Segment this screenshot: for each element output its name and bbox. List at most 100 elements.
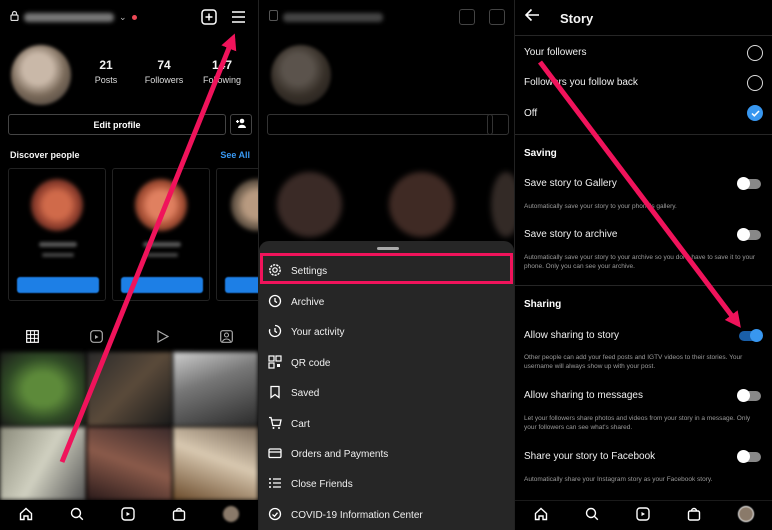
info-shield-icon <box>259 507 291 524</box>
search-nav[interactable] <box>70 507 84 524</box>
bookmark-icon <box>259 385 291 402</box>
menu-button[interactable] <box>231 10 246 29</box>
lock-icon <box>10 10 19 24</box>
menu-item-qr-code[interactable]: QR code <box>259 348 514 378</box>
tagged-tab[interactable] <box>220 330 233 346</box>
see-all-link[interactable]: See All <box>220 150 250 160</box>
home-nav[interactable] <box>534 507 548 524</box>
suggestion-avatar <box>277 172 342 237</box>
reels-icon <box>121 506 135 521</box>
profile-avatar[interactable] <box>11 45 71 105</box>
add-person-button-dimmed <box>487 114 509 135</box>
post-thumbnail[interactable] <box>0 427 86 500</box>
menu-item-archive[interactable]: Archive <box>259 287 514 317</box>
radio-your-followers[interactable] <box>747 45 763 61</box>
save-archive-toggle[interactable] <box>737 228 761 241</box>
suggestion-card[interactable] <box>216 168 258 301</box>
post-thumbnail[interactable] <box>0 352 86 426</box>
following-count: 147 <box>211 58 233 72</box>
search-icon <box>70 507 84 520</box>
card-icon <box>259 446 291 463</box>
post-thumbnail[interactable] <box>173 427 258 500</box>
posts-count: 21 <box>99 58 113 72</box>
suggestion-card[interactable] <box>112 168 210 301</box>
bottom-nav <box>0 500 258 530</box>
menu-item-label: Saved <box>291 387 320 399</box>
post-thumbnail[interactable] <box>87 427 172 500</box>
search-icon <box>585 507 598 521</box>
story-settings-screen: Story Your followers Followers you follo… <box>515 0 772 530</box>
option-your-followers[interactable]: Your followers <box>524 47 586 58</box>
suggestion-avatar <box>389 172 454 237</box>
sheet-drag-handle[interactable] <box>377 247 399 250</box>
profile-nav[interactable] <box>223 505 240 525</box>
discover-people-button[interactable] <box>230 114 252 135</box>
sharing-section-header: Sharing <box>524 299 562 310</box>
shop-nav[interactable] <box>687 507 701 524</box>
profile-avatar <box>271 45 331 105</box>
menu-item-covid-info[interactable]: COVID-19 Information Center <box>259 500 514 530</box>
posts-label: Posts <box>94 75 118 85</box>
following-stat[interactable]: 147 Following <box>192 58 252 85</box>
account-switcher[interactable]: ⌄ <box>10 10 137 24</box>
allow-sharing-story-label: Allow sharing to story <box>524 330 620 341</box>
back-button[interactable] <box>524 8 540 27</box>
username-blurred <box>24 12 114 22</box>
menu-item-your-activity[interactable]: Your activity <box>259 317 514 347</box>
settings-highlight-box <box>260 253 513 284</box>
save-gallery-toggle[interactable] <box>737 177 761 190</box>
profile-header: ⌄ <box>0 0 258 36</box>
follow-button[interactable] <box>225 277 258 293</box>
option-followers-you-follow-back[interactable]: Followers you follow back <box>524 77 638 88</box>
search-nav[interactable] <box>585 507 599 524</box>
menu-item-saved[interactable]: Saved <box>259 378 514 408</box>
shop-nav[interactable] <box>172 507 186 524</box>
edit-profile-button[interactable]: Edit profile <box>8 114 226 135</box>
followers-stat[interactable]: 74 Followers <box>134 58 194 85</box>
profile-nav[interactable] <box>737 506 754 525</box>
post-thumbnail[interactable] <box>173 352 258 426</box>
follow-button[interactable] <box>17 277 99 293</box>
radio-followers-you-follow-back[interactable] <box>747 75 763 91</box>
suggestion-avatar <box>31 179 83 231</box>
allow-story-description: Other people can add your feed posts and… <box>524 354 743 370</box>
followers-label: Followers <box>144 75 184 85</box>
cart-icon <box>259 416 291 433</box>
reels-nav[interactable] <box>635 507 650 524</box>
suggestion-name-blurred <box>143 242 181 247</box>
posts-grid <box>0 352 258 500</box>
igtv-tab[interactable] <box>156 329 170 346</box>
reels-icon <box>90 330 103 343</box>
post-thumbnail[interactable] <box>87 352 172 426</box>
menu-item-cart[interactable]: Cart <box>259 409 514 439</box>
home-icon <box>534 507 547 521</box>
new-post-button[interactable] <box>201 9 217 30</box>
add-person-icon <box>235 118 247 131</box>
share-facebook-toggle[interactable] <box>737 450 761 463</box>
save-story-archive-label: Save story to archive <box>524 229 618 240</box>
lock-icon <box>269 10 278 21</box>
allow-story-toggle[interactable] <box>739 329 763 342</box>
hamburger-icon <box>489 9 505 25</box>
section-divider <box>515 285 772 286</box>
follow-button[interactable] <box>121 277 203 293</box>
shop-bag-icon <box>172 507 186 521</box>
followers-count: 74 <box>157 58 171 72</box>
posts-stat[interactable]: 21 Posts <box>76 58 136 85</box>
menu-item-close-friends[interactable]: Close Friends <box>259 469 514 499</box>
menu-screen: Settings Archive Your activity QR code S… <box>259 0 514 530</box>
allow-messages-toggle[interactable] <box>737 389 761 402</box>
menu-item-orders-payments[interactable]: Orders and Payments <box>259 439 514 469</box>
reels-tab[interactable] <box>90 330 103 346</box>
menu-item-label: Your activity <box>291 326 345 338</box>
plus-square-icon <box>201 9 217 25</box>
reels-nav[interactable] <box>121 506 135 524</box>
radio-off-selected[interactable] <box>747 105 763 121</box>
suggestion-card[interactable] <box>8 168 106 301</box>
grid-tab[interactable] <box>26 330 39 346</box>
list-icon <box>259 476 291 493</box>
home-nav[interactable] <box>19 507 33 524</box>
option-off[interactable]: Off <box>524 108 537 119</box>
allow-sharing-messages-label: Allow sharing to messages <box>524 390 643 401</box>
suggestion-avatar <box>135 179 187 231</box>
